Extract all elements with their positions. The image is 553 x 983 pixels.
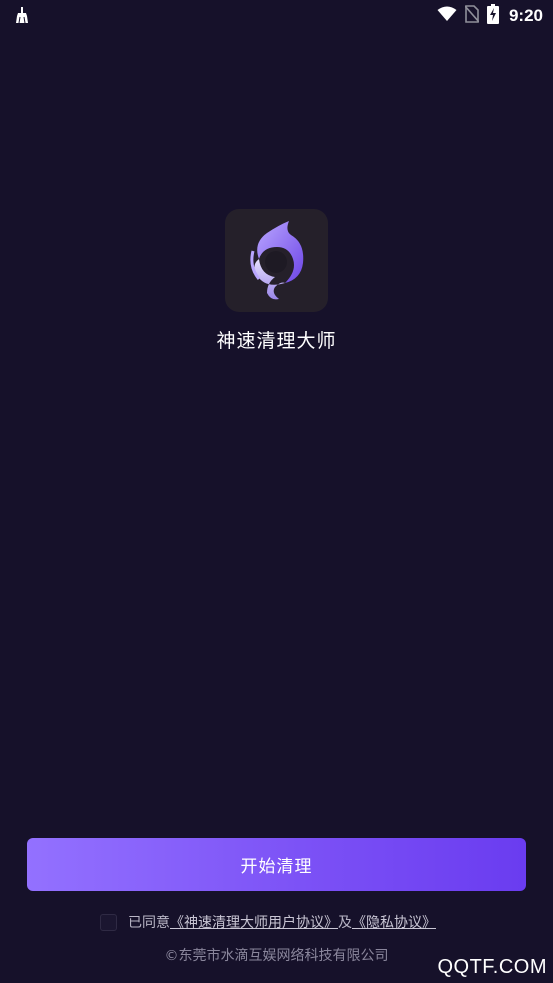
agreement-connector: 及 (338, 915, 352, 931)
status-time: 9:20 (508, 6, 543, 25)
user-agreement-link[interactable]: 《神速清理大师用户协议》 (170, 912, 338, 932)
swirl-logo-icon (245, 217, 309, 305)
agreement-row: 已同意 《神速清理大师用户协议》 及 《隐私协议》 (100, 910, 436, 934)
start-cleaning-button[interactable]: 开始清理 (27, 838, 526, 891)
app-logo (225, 209, 328, 312)
status-icons: 9:20 (437, 0, 543, 32)
agreement-checkbox[interactable] (100, 913, 117, 931)
wifi-icon (437, 6, 457, 26)
watermark: QQTF.COM (437, 956, 547, 978)
broom-notification-icon (14, 6, 30, 24)
no-sim-icon (464, 5, 480, 27)
privacy-policy-link[interactable]: 《隐私协议》 (352, 912, 436, 932)
status-bar: 9:20 (0, 0, 553, 32)
agreement-prefix: 已同意 (128, 915, 170, 931)
battery-charging-icon (486, 4, 499, 28)
app-name: 神速清理大师 (216, 330, 337, 352)
